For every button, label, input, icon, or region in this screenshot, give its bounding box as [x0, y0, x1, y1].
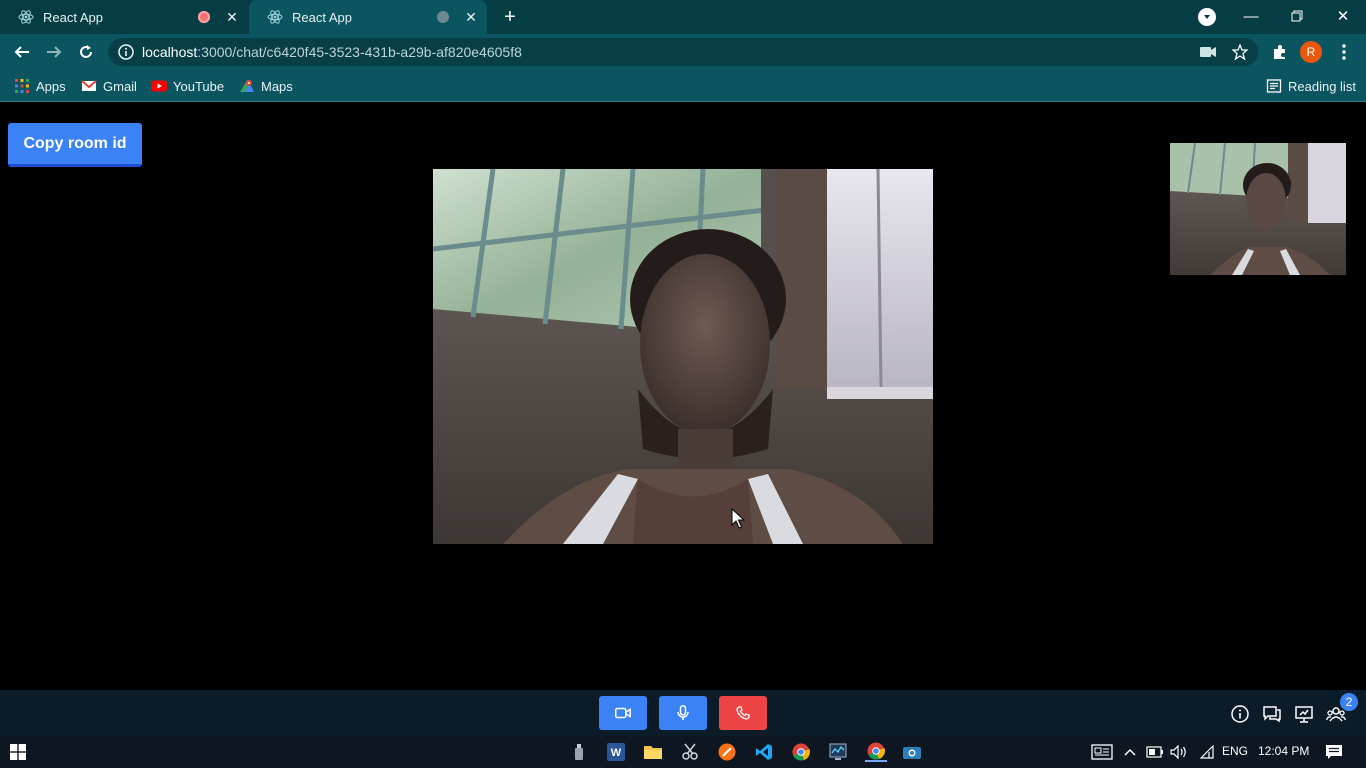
tab-title: React App — [43, 9, 103, 25]
site-info-icon[interactable] — [118, 44, 134, 60]
gmail-icon — [81, 80, 97, 91]
toggle-microphone-button[interactable] — [659, 696, 707, 730]
battery-icon[interactable] — [1146, 742, 1164, 762]
toggle-camera-button[interactable] — [599, 696, 647, 730]
kebab-menu-icon[interactable] — [1335, 43, 1353, 61]
microphone-icon — [677, 705, 689, 720]
maps-icon — [240, 80, 254, 92]
reload-icon[interactable] — [72, 38, 100, 66]
bookmark-gmail[interactable]: Gmail — [81, 77, 137, 95]
bookmark-star-icon[interactable] — [1231, 43, 1249, 61]
chrome-icon[interactable] — [791, 742, 811, 762]
camera-in-use-icon[interactable] — [1199, 43, 1217, 61]
usb-drive-icon[interactable] — [569, 742, 589, 762]
url-text: localhost:3000/chat/c6420f45-3523-431b-a… — [142, 44, 522, 60]
video-chat-page: Copy room id — [0, 103, 1366, 690]
tab-title: React App — [292, 9, 352, 25]
browser-tab-strip: React App ✕ React App ✕ + — ✕ — [0, 0, 1366, 34]
react-logo-icon — [18, 9, 34, 25]
call-control-bar: 2 — [0, 690, 1366, 736]
youtube-icon — [151, 80, 167, 92]
participants-count-badge: 2 — [1340, 693, 1358, 711]
restore-icon[interactable] — [1283, 4, 1311, 28]
reading-list-button[interactable]: Reading list — [1266, 77, 1356, 95]
extensions-puzzle-icon[interactable] — [1271, 43, 1289, 61]
local-video-preview — [1170, 143, 1346, 275]
minimize-icon[interactable]: — — [1237, 4, 1265, 28]
bookmark-apps[interactable]: Apps — [14, 77, 66, 95]
info-icon[interactable] — [1230, 704, 1250, 724]
chat-icon[interactable] — [1262, 704, 1282, 724]
recording-indicator-icon — [198, 11, 210, 23]
present-screen-icon[interactable] — [1294, 704, 1314, 724]
apps-grid-icon — [15, 79, 29, 93]
address-bar[interactable]: localhost:3000/chat/c6420f45-3523-431b-a… — [108, 38, 1258, 66]
remote-video-feed — [433, 169, 933, 544]
mouse-cursor-icon — [731, 508, 745, 529]
browser-toolbar: localhost:3000/chat/c6420f45-3523-431b-a… — [0, 34, 1366, 70]
task-manager-icon[interactable] — [828, 742, 848, 762]
browser-tab[interactable]: React App ✕ — [0, 0, 248, 34]
chrome-active-icon[interactable] — [865, 742, 887, 762]
camera-app-icon[interactable] — [902, 742, 922, 762]
close-tab-icon[interactable]: ✕ — [224, 9, 240, 25]
profile-avatar[interactable]: R — [1300, 41, 1322, 63]
end-call-button[interactable] — [719, 696, 767, 730]
volume-icon[interactable] — [1170, 742, 1188, 762]
back-arrow-icon[interactable] — [8, 38, 36, 66]
reading-list-icon — [1266, 79, 1282, 93]
bookmarks-bar: Apps Gmail YouTube Maps Reading list — [0, 70, 1366, 102]
browser-tab-active[interactable]: React App ✕ — [249, 0, 487, 34]
word-icon[interactable]: W — [606, 742, 626, 762]
bookmark-label: Gmail — [103, 78, 137, 94]
clock[interactable]: 12:04 PM — [1258, 744, 1309, 758]
bookmark-maps[interactable]: Maps — [239, 77, 293, 95]
windows-taskbar: W ENG 12:04 PM — [0, 736, 1366, 768]
react-logo-icon — [267, 9, 283, 25]
close-window-icon[interactable]: ✕ — [1329, 4, 1357, 28]
tab-search-icon[interactable] — [1198, 8, 1216, 26]
recording-indicator-icon — [437, 11, 449, 23]
phone-icon — [736, 706, 750, 720]
wifi-icon[interactable] — [1196, 742, 1214, 762]
snipping-tool-icon[interactable] — [680, 742, 700, 762]
chevron-up-icon[interactable] — [1122, 742, 1138, 762]
reading-list-label: Reading list — [1288, 78, 1356, 94]
vscode-icon[interactable] — [754, 742, 774, 762]
new-tab-plus-icon[interactable]: + — [498, 5, 522, 29]
forward-arrow-icon[interactable] — [40, 38, 68, 66]
bookmark-label: Apps — [36, 78, 66, 94]
video-camera-icon — [615, 707, 631, 719]
file-explorer-icon[interactable] — [643, 742, 663, 762]
svg-text:W: W — [611, 747, 622, 759]
notification-center-icon[interactable] — [1324, 742, 1344, 762]
bookmark-youtube[interactable]: YouTube — [151, 77, 224, 95]
windows-start-icon[interactable] — [8, 742, 28, 762]
bookmark-label: YouTube — [173, 78, 225, 94]
close-tab-icon[interactable]: ✕ — [463, 9, 479, 25]
vlc-style-orange-app-icon[interactable] — [717, 742, 737, 762]
bookmark-label: Maps — [261, 78, 293, 94]
copy-room-id-button[interactable]: Copy room id — [8, 123, 142, 167]
news-widget-icon[interactable] — [1090, 742, 1114, 762]
input-language[interactable]: ENG — [1222, 744, 1248, 758]
